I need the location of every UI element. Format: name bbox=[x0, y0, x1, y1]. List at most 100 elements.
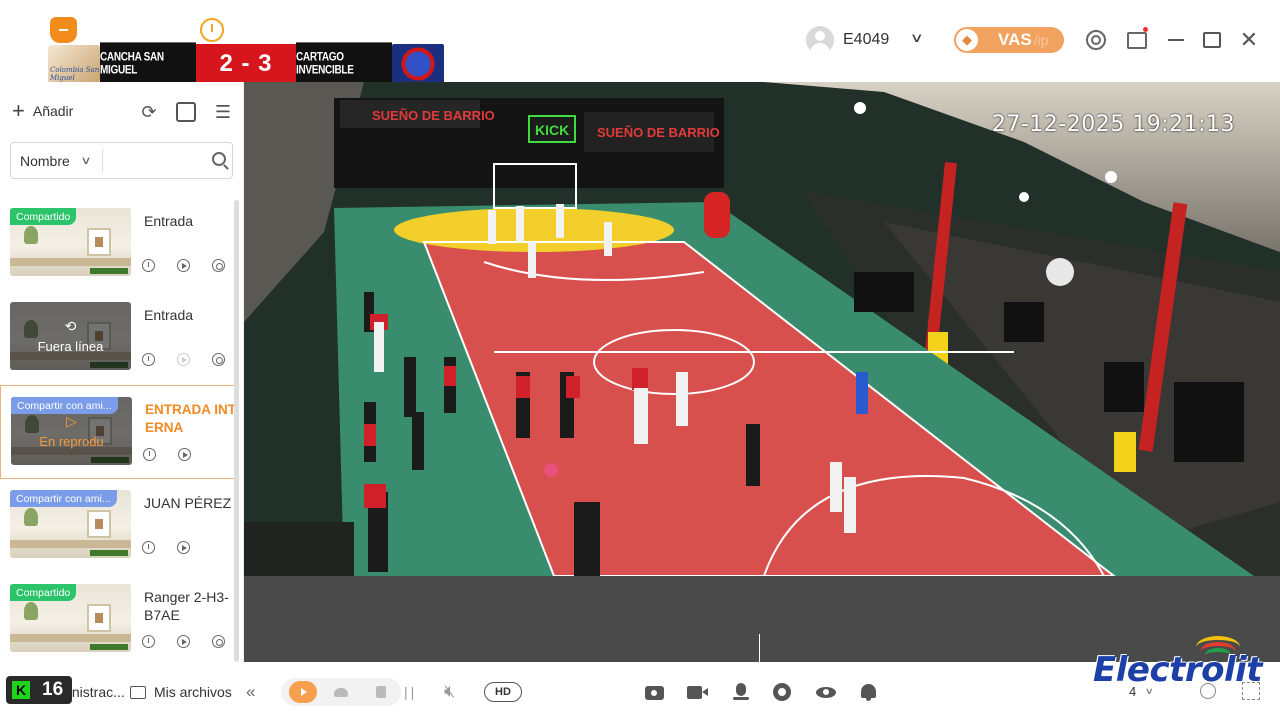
play-icon[interactable] bbox=[177, 259, 190, 272]
history-icon[interactable] bbox=[142, 541, 155, 554]
vas-suffix: /ip bbox=[1033, 32, 1049, 48]
live-button[interactable] bbox=[289, 681, 317, 703]
search-input[interactable] bbox=[109, 145, 209, 176]
my-files-label: Mis archivos bbox=[154, 684, 232, 700]
shared-tag: Compartido bbox=[10, 208, 77, 225]
history-icon[interactable] bbox=[142, 635, 155, 648]
pause-icon[interactable]: || bbox=[404, 684, 417, 700]
settings-icon[interactable] bbox=[1085, 29, 1107, 51]
messages-icon[interactable] bbox=[1126, 27, 1148, 51]
camera-actions bbox=[143, 448, 191, 461]
camera-item[interactable]: Compartido Ranger 2-H3-B7AE bbox=[0, 573, 236, 667]
my-files-link[interactable]: Mis archivos bbox=[130, 684, 232, 700]
chevron-down-icon: ∨ bbox=[80, 155, 92, 167]
add-device-button[interactable]: + Añadir bbox=[12, 98, 73, 123]
close-button[interactable]: ✕ bbox=[1238, 27, 1260, 52]
video-scene: SUEÑO DE BARRIO KICK SUEÑO DE BARRIO bbox=[244, 82, 1280, 576]
sponsor-logo: Electrolit bbox=[1093, 650, 1263, 690]
team-left-logo: Colombia San Miguel bbox=[48, 45, 100, 83]
user-name[interactable]: E4049 bbox=[843, 31, 889, 49]
offline-overlay: ⟲ Fuera línea bbox=[10, 302, 131, 370]
filter-select[interactable]: Nombre ∨ bbox=[11, 148, 103, 173]
source-switch bbox=[281, 678, 401, 706]
camera-name: JUAN PÉREZ bbox=[144, 495, 232, 511]
vas-label: VAS bbox=[998, 30, 1032, 49]
history-icon[interactable] bbox=[143, 448, 156, 461]
maximize-button[interactable] bbox=[1201, 29, 1223, 51]
sort-icon[interactable] bbox=[176, 102, 196, 122]
eye-icon[interactable] bbox=[816, 683, 836, 701]
cloud-icon[interactable] bbox=[334, 687, 348, 697]
title-bar: Colombia San Miguel CANCHA SAN MIGUEL 2 … bbox=[0, 0, 1280, 86]
camera-actions bbox=[142, 541, 190, 554]
settings-icon[interactable] bbox=[212, 353, 225, 366]
camera-name: Entrada bbox=[144, 307, 194, 323]
minimize-button[interactable] bbox=[1165, 29, 1187, 51]
team-left-name: CANCHA SAN MIGUEL bbox=[100, 42, 196, 86]
collapse-sidebar-icon[interactable]: « bbox=[246, 682, 255, 702]
play-icon: ▷ bbox=[66, 413, 77, 429]
user-avatar[interactable] bbox=[806, 26, 834, 54]
refresh-icon[interactable]: ⟳ bbox=[139, 102, 159, 122]
hd-button[interactable]: HD bbox=[484, 682, 522, 702]
camera-item-active[interactable]: ▷ En reprodu Compartir con ami... ENTRAD… bbox=[0, 385, 236, 479]
banner-sub-text: KICK bbox=[535, 122, 569, 138]
mute-icon[interactable]: 🔇︎ bbox=[444, 681, 455, 702]
shared-with-friends-tag: Compartir con ami... bbox=[11, 397, 118, 414]
camera-sidebar: + Añadir ⟳ ☰ Nombre ∨ Compartido Entrada bbox=[0, 82, 244, 662]
kick-viewer-badge: K 16 bbox=[6, 676, 72, 704]
settings-icon[interactable] bbox=[212, 635, 225, 648]
shared-tag: Compartido bbox=[10, 584, 77, 601]
team-right-name: CARTAGO INVENCIBLE bbox=[296, 42, 392, 86]
microphone-icon[interactable] bbox=[732, 683, 752, 701]
camera-item[interactable]: Compartir con ami... JUAN PÉREZ bbox=[0, 479, 236, 573]
chevron-down-icon[interactable]: ∨ bbox=[910, 30, 924, 46]
snapshot-icon[interactable] bbox=[645, 683, 665, 701]
filter-select-label: Nombre bbox=[20, 152, 70, 169]
play-icon[interactable] bbox=[177, 541, 190, 554]
camera-item[interactable]: Compartido Entrada bbox=[0, 197, 236, 291]
settings-icon[interactable] bbox=[212, 259, 225, 272]
search-icon[interactable] bbox=[212, 152, 226, 166]
camera-name: Ranger 2-H3-B7AE bbox=[144, 589, 229, 623]
kick-logo-icon: K bbox=[12, 681, 30, 699]
app-window: Colombia San Miguel CANCHA SAN MIGUEL 2 … bbox=[0, 0, 1280, 720]
scoreboard-overlay: Colombia San Miguel CANCHA SAN MIGUEL 2 … bbox=[48, 42, 448, 86]
team-left-logo-text: Colombia San Miguel bbox=[50, 66, 100, 82]
camera-name: Entrada bbox=[144, 213, 194, 229]
video-timestamp: 27-12-2025 19:21:13 bbox=[991, 112, 1235, 137]
play-icon bbox=[177, 353, 190, 366]
search-bar: Nombre ∨ bbox=[10, 142, 233, 179]
camera-list: Compartido Entrada ⟲ Fuera línea Entrada bbox=[0, 197, 236, 667]
camera-actions bbox=[142, 353, 225, 366]
play-icon[interactable] bbox=[178, 448, 191, 461]
camera-actions bbox=[142, 259, 225, 272]
shared-with-friends-tag: Compartir con ami... bbox=[10, 490, 117, 507]
live-video-feed[interactable]: SUEÑO DE BARRIO KICK SUEÑO DE BARRIO 27-… bbox=[244, 82, 1280, 576]
history-icon[interactable] bbox=[142, 353, 155, 366]
bell-icon[interactable] bbox=[859, 683, 879, 701]
viewer-count: 16 bbox=[42, 679, 64, 700]
banner-text-2: SUEÑO DE BARRIO bbox=[597, 125, 720, 140]
timeline-playhead[interactable] bbox=[759, 634, 760, 662]
match-score: 2 - 3 bbox=[196, 44, 296, 84]
banner-text: SUEÑO DE BARRIO bbox=[372, 108, 495, 123]
history-icon[interactable] bbox=[142, 259, 155, 272]
vas-badge[interactable]: ◆ VAS /ip bbox=[954, 27, 1064, 53]
clock-icon[interactable] bbox=[200, 18, 224, 42]
plus-icon: + bbox=[12, 98, 25, 123]
camera-item[interactable]: ⟲ Fuera línea Entrada bbox=[0, 291, 236, 385]
sd-card-icon[interactable] bbox=[376, 686, 386, 698]
sidebar-scrollbar[interactable] bbox=[234, 200, 239, 662]
camera-actions bbox=[142, 635, 225, 648]
list-view-icon[interactable]: ☰ bbox=[213, 102, 233, 122]
sidebar-header: + Añadir ⟳ ☰ bbox=[0, 82, 244, 142]
record-icon[interactable] bbox=[687, 683, 708, 701]
play-icon[interactable] bbox=[177, 635, 190, 648]
ptz-icon[interactable] bbox=[773, 683, 793, 701]
team-right-logo bbox=[392, 44, 444, 84]
home-icon[interactable] bbox=[50, 17, 77, 43]
folder-icon bbox=[130, 685, 146, 699]
offline-icon: ⟲ bbox=[64, 318, 77, 334]
diamond-icon: ◆ bbox=[956, 29, 978, 51]
